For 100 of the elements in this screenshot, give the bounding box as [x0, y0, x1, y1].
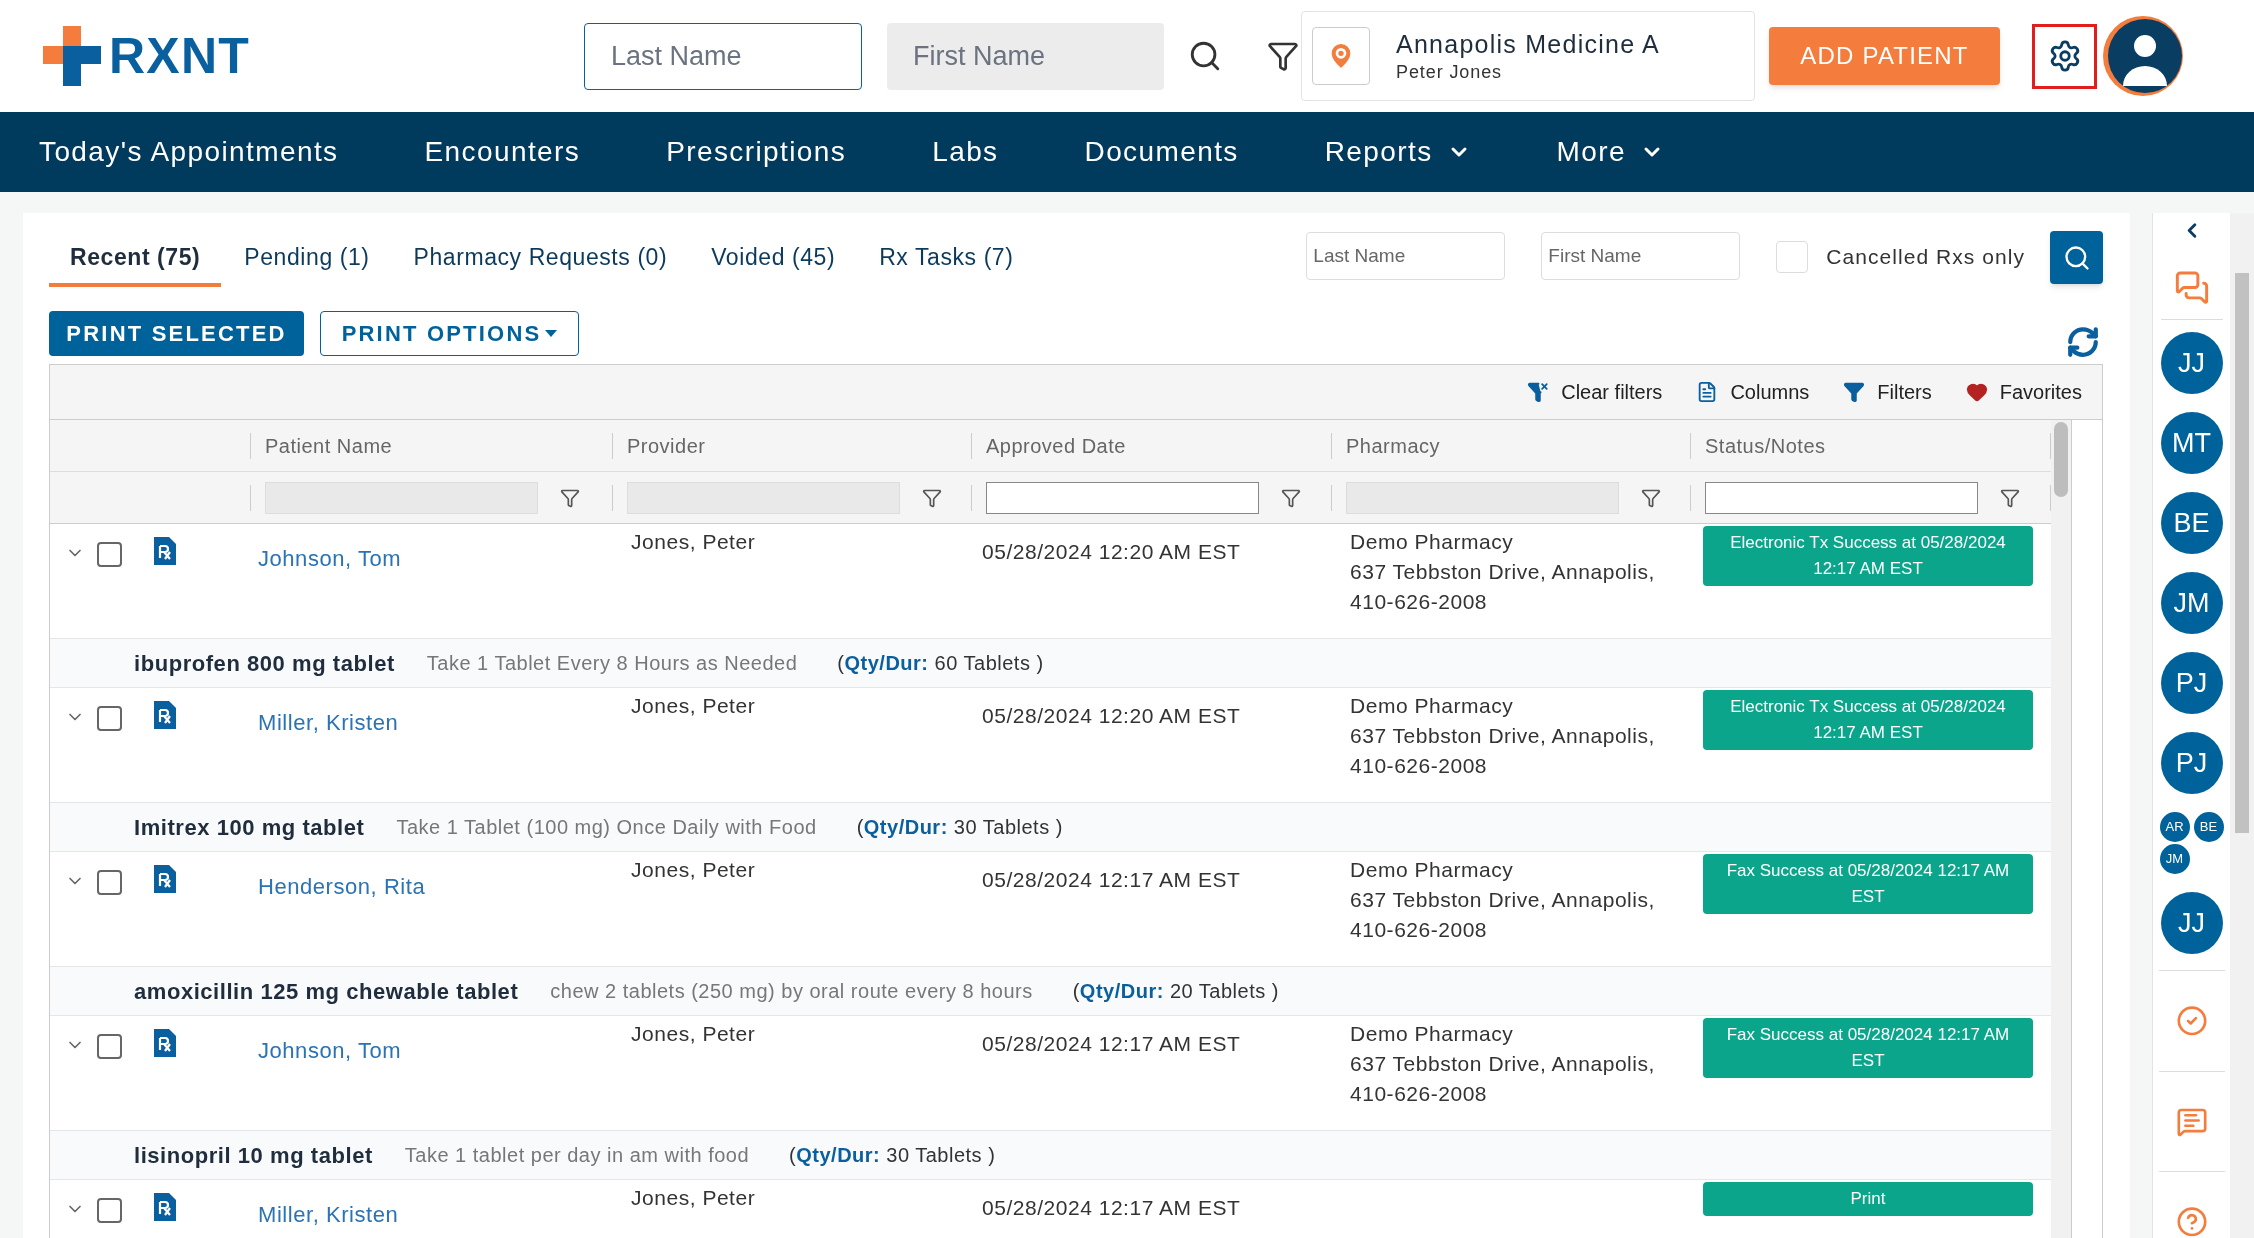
- last-name-field[interactable]: Last Name: [584, 22, 862, 90]
- prescription-file-icon: [154, 537, 176, 565]
- provider-text: Jones, Peter: [631, 1186, 756, 1209]
- user-avatar[interactable]: BE: [2193, 812, 2224, 843]
- pharmacy-text: 410-626-2008: [1350, 589, 1489, 615]
- user-avatar[interactable]: MT: [2160, 412, 2223, 475]
- tab[interactable]: Rx Tasks (7): [858, 231, 1035, 287]
- pharmacy-text: Demo Pharmacy: [1350, 529, 1515, 555]
- first-name-field[interactable]: First Name: [887, 22, 1164, 90]
- filter-icon[interactable]: [1281, 487, 1301, 508]
- clear-filter-icon: [1527, 381, 1550, 403]
- quantity-duration-text: (Qty/Dur: 30 Tablets ): [789, 1143, 996, 1168]
- filter-icon[interactable]: [1641, 487, 1661, 508]
- tab[interactable]: Voided (45): [690, 231, 857, 287]
- column-header[interactable]: Provider: [627, 430, 706, 461]
- column-filter-field[interactable]: [986, 481, 1259, 514]
- column-header[interactable]: Patient Name: [265, 430, 393, 461]
- pharmacy-text: 410-626-2008: [1350, 917, 1489, 943]
- toolbar-button[interactable]: Favorites: [1965, 377, 2082, 407]
- nav-item[interactable]: Documents: [1084, 131, 1239, 173]
- approved-date-text: 05/28/2024 12:17 AM EST: [982, 868, 1241, 891]
- print-options-button[interactable]: PRINT OPTIONS: [320, 310, 579, 356]
- user-avatar[interactable]: JJ: [2160, 332, 2223, 395]
- user-avatar[interactable]: PJ: [2160, 732, 2223, 795]
- drug-instructions: Take 1 Tablet Every 8 Hours as Needed: [426, 651, 798, 676]
- provider-text: Jones, Peter: [631, 530, 756, 553]
- drug-instructions: Take 1 Tablet (100 mg) Once Daily with Food: [396, 815, 817, 840]
- refresh-icon[interactable]: [2066, 325, 2100, 359]
- row-checkbox[interactable]: [97, 706, 122, 731]
- search-icon: [2062, 243, 2091, 272]
- pharmacy-text: 637 Tebbston Drive, Annapolis,: [1350, 723, 1656, 749]
- user-avatar[interactable]: BE: [2160, 492, 2223, 555]
- nav-item[interactable]: Today's Appointments: [39, 131, 339, 173]
- status-badge: Electronic Tx Success at 05/28/2024 12:17 AM EST: [1703, 690, 2033, 750]
- settings-button[interactable]: [2032, 23, 2097, 89]
- patient-name-link[interactable]: Johnson, Tom: [258, 1038, 402, 1063]
- pharmacy-text: 410-626-2008: [1350, 1081, 1489, 1107]
- nav-item[interactable]: More: [1556, 131, 1664, 173]
- column-filter-field[interactable]: [1705, 481, 1978, 514]
- row-checkbox[interactable]: [97, 1198, 122, 1223]
- nav-item[interactable]: Labs: [932, 131, 999, 173]
- row-checkbox[interactable]: [97, 542, 122, 567]
- status-badge: Electronic Tx Success at 05/28/2024 12:17 AM EST: [1703, 526, 2033, 586]
- pharmacy-text: 637 Tebbston Drive, Annapolis,: [1350, 887, 1656, 913]
- drug-name: ibuprofen 800 mg tablet: [134, 649, 395, 678]
- checkbox-label: Cancelled Rxs only: [1826, 244, 2025, 271]
- location-name: Annapolis Medicine A: [1396, 31, 1661, 57]
- cancelled-checkbox[interactable]: [1776, 241, 1809, 273]
- drug-instructions: chew 2 tablets (250 mg) by oral route every 8 hours: [550, 979, 1033, 1004]
- filter-icon[interactable]: [560, 487, 580, 508]
- toolbar-button[interactable]: Filters: [1843, 377, 1932, 407]
- column-header[interactable]: Approved Date: [986, 430, 1126, 461]
- search-button[interactable]: [2050, 231, 2103, 284]
- last-name-filter-field[interactable]: Last Name: [1306, 232, 1506, 280]
- pharmacy-text: 637 Tebbston Drive, Annapolis,: [1350, 1051, 1656, 1077]
- drug-instructions: Take 1 tablet per day in am with food: [404, 1143, 750, 1168]
- provider-text: Jones, Peter: [631, 694, 756, 717]
- row-checkbox[interactable]: [97, 870, 122, 895]
- heart-icon: [1965, 381, 1988, 403]
- patient-name-link[interactable]: Henderson, Rita: [258, 874, 426, 899]
- location-card[interactable]: Annapolis Medicine A Peter Jones: [1301, 11, 1755, 101]
- nav-item[interactable]: Prescriptions: [666, 131, 847, 173]
- toolbar-button[interactable]: Clear filters: [1527, 377, 1663, 407]
- page-scrollbar[interactable]: [2230, 213, 2254, 1238]
- search-icon[interactable]: [1188, 39, 1222, 73]
- tab[interactable]: Recent (75): [49, 231, 222, 287]
- patient-name-link[interactable]: Johnson, Tom: [258, 546, 402, 571]
- quantity-duration-text: (Qty/Dur: 60 Tablets ): [837, 651, 1044, 676]
- status-badge: Fax Success at 05/28/2024 12:17 AM EST: [1703, 1018, 2033, 1078]
- column-header[interactable]: Pharmacy: [1346, 430, 1441, 461]
- user-avatar[interactable]: JM: [2160, 572, 2223, 635]
- pharmacy-text: Demo Pharmacy: [1350, 1021, 1515, 1047]
- status-badge: Fax Success at 05/28/2024 12:17 AM EST: [1703, 854, 2033, 914]
- user-avatar-icon[interactable]: [2103, 16, 2183, 96]
- tab[interactable]: Pending (1): [223, 231, 391, 287]
- filter-icon[interactable]: [2000, 487, 2020, 508]
- user-avatar[interactable]: AR: [2159, 812, 2190, 843]
- provider-text: Jones, Peter: [631, 1022, 756, 1045]
- drug-name: Imitrex 100 mg tablet: [134, 813, 365, 842]
- tab[interactable]: Pharmacy Requests (0): [392, 231, 689, 287]
- print-selected-button[interactable]: PRINT SELECTED: [49, 310, 304, 356]
- nav-item[interactable]: Reports: [1324, 131, 1471, 173]
- first-name-filter-field[interactable]: First Name: [1541, 232, 1741, 280]
- prescription-file-icon: [154, 1029, 176, 1057]
- row-checkbox[interactable]: [97, 1034, 122, 1059]
- patient-name-link[interactable]: Miller, Kristen: [258, 1202, 399, 1227]
- nav-item[interactable]: Encounters: [424, 131, 581, 173]
- patient-name-link[interactable]: Miller, Kristen: [258, 710, 399, 735]
- prescription-file-icon: [154, 701, 176, 729]
- toolbar-button[interactable]: Columns: [1696, 377, 1810, 407]
- user-avatar[interactable]: JJ: [2160, 892, 2223, 955]
- approved-date-text: 05/28/2024 12:20 AM EST: [982, 704, 1241, 727]
- drug-name: lisinopril 10 mg tablet: [134, 1141, 373, 1170]
- drug-name: amoxicillin 125 mg chewable tablet: [134, 977, 519, 1006]
- column-header[interactable]: Status/Notes: [1705, 430, 1826, 461]
- filter-icon[interactable]: [922, 487, 942, 508]
- user-avatar[interactable]: PJ: [2160, 652, 2223, 715]
- approved-date-text: 05/28/2024 12:20 AM EST: [982, 540, 1241, 563]
- grid-scrollbar[interactable]: [2051, 420, 2071, 1238]
- user-avatar[interactable]: JM: [2159, 844, 2190, 875]
